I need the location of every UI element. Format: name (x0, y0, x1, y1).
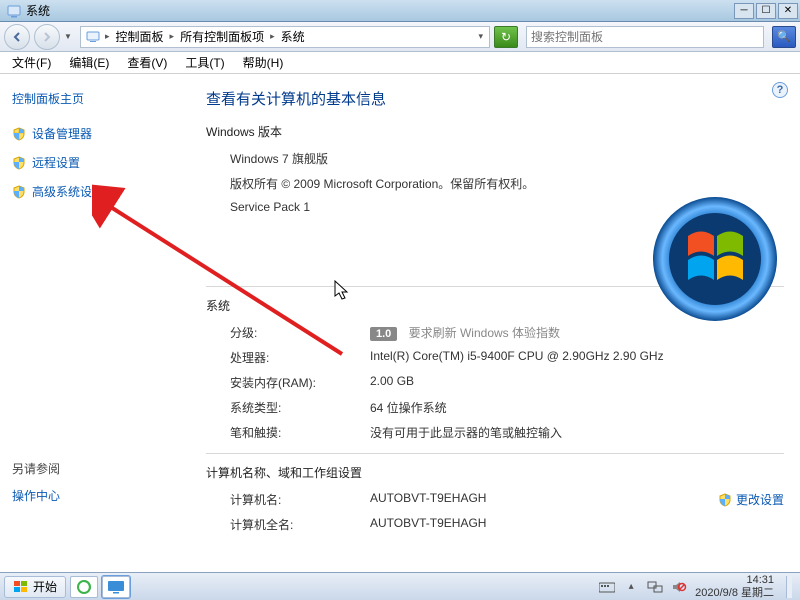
rating-label: 分级: (230, 324, 370, 341)
main-panel: 查看有关计算机的基本信息 Windows 版本 Windows 7 旗舰版 版权… (200, 74, 800, 572)
computer-name-value: AUTOBVT-T9EHAGH (370, 491, 718, 508)
menu-view[interactable]: 查看(V) (119, 52, 175, 73)
tray-volume-icon[interactable] (671, 580, 687, 594)
bc-system[interactable]: 系统 (279, 28, 307, 45)
refresh-button[interactable]: ↻ (494, 26, 518, 48)
ram-value: 2.00 GB (370, 374, 784, 391)
sidebar-item-remote-settings[interactable]: 远程设置 (12, 154, 188, 171)
see-also-action-center[interactable]: 操作中心 (12, 487, 188, 504)
app-icon (6, 3, 22, 19)
search-button[interactable]: 🔍 (772, 26, 796, 48)
change-settings-text: 更改设置 (736, 491, 784, 508)
chevron-icon[interactable]: ▸ (268, 31, 277, 42)
taskbar: 开始 ▴ 14:31 2020/9/8 星期二 (0, 572, 800, 600)
breadcrumb[interactable]: ▸ 控制面板 ▸ 所有控制面板项 ▸ 系统 ▾ (80, 26, 490, 48)
computer-name-heading: 计算机名称、域和工作组设置 (206, 464, 784, 481)
breadcrumb-dropdown[interactable]: ▾ (476, 31, 485, 42)
bc-all-items[interactable]: 所有控制面板项 (178, 28, 266, 45)
show-desktop-button[interactable] (786, 576, 792, 598)
shield-icon (12, 127, 26, 141)
tray-network-icon[interactable] (647, 580, 663, 594)
sidebar-home-link[interactable]: 控制面板主页 (12, 90, 188, 107)
copyright-line: 版权所有 © 2009 Microsoft Corporation。保留所有权利… (230, 175, 784, 192)
menu-tools[interactable]: 工具(T) (177, 52, 232, 73)
tray-keyboard-icon[interactable] (599, 580, 615, 594)
tray-clock[interactable]: 14:31 2020/9/8 星期二 (695, 574, 774, 598)
tray-expand-icon[interactable]: ▴ (623, 580, 639, 594)
edition-line: Windows 7 旗舰版 (230, 150, 784, 167)
menu-bar: 文件(F) 编辑(E) 查看(V) 工具(T) 帮助(H) (0, 52, 800, 74)
content-area: ? 控制面板主页 设备管理器 远程设置 高级系统设置 另请参阅 操作中心 查看有… (0, 74, 800, 572)
start-button[interactable]: 开始 (4, 576, 66, 598)
window-title: 系统 (26, 2, 734, 19)
computer-icon (85, 29, 101, 45)
change-settings-link[interactable]: 更改设置 (718, 491, 784, 508)
sidebar-item-device-manager[interactable]: 设备管理器 (12, 125, 188, 142)
full-computer-name-value: AUTOBVT-T9EHAGH (370, 516, 784, 533)
start-label: 开始 (33, 578, 57, 595)
windows-flag-icon (13, 579, 29, 595)
pen-touch-value: 没有可用于此显示器的笔或触控输入 (370, 424, 784, 441)
minimize-button[interactable]: ─ (734, 3, 754, 19)
shield-icon (12, 156, 26, 170)
close-button[interactable]: ✕ (778, 3, 798, 19)
search-input[interactable] (531, 30, 759, 44)
system-type-value: 64 位操作系统 (370, 399, 784, 416)
sidebar-link[interactable]: 高级系统设置 (32, 183, 104, 200)
system-type-label: 系统类型: (230, 399, 370, 416)
clock-date: 2020/9/8 星期二 (695, 587, 774, 599)
sidebar-link[interactable]: 远程设置 (32, 154, 80, 171)
chevron-icon[interactable]: ▸ (103, 31, 112, 42)
search-box[interactable] (526, 26, 764, 48)
back-button[interactable] (4, 24, 30, 50)
history-dropdown[interactable]: ▼ (64, 32, 76, 41)
forward-button[interactable] (34, 24, 60, 50)
page-heading: 查看有关计算机的基本信息 (206, 88, 784, 109)
taskbar-system-icon[interactable] (102, 576, 130, 598)
chevron-icon[interactable]: ▸ (168, 31, 177, 42)
ram-label: 安装内存(RAM): (230, 374, 370, 391)
menu-edit[interactable]: 编辑(E) (61, 52, 117, 73)
maximize-button[interactable]: ☐ (756, 3, 776, 19)
clock-time: 14:31 (695, 574, 774, 586)
title-bar: 系统 ─ ☐ ✕ (0, 0, 800, 22)
windows-edition-heading: Windows 版本 (206, 123, 784, 140)
sidebar: 控制面板主页 设备管理器 远程设置 高级系统设置 另请参阅 操作中心 (0, 74, 200, 572)
computer-name-label: 计算机名: (230, 491, 370, 508)
processor-label: 处理器: (230, 349, 370, 366)
pen-touch-label: 笔和触摸: (230, 424, 370, 441)
bc-control-panel[interactable]: 控制面板 (114, 28, 166, 45)
taskbar-browser-icon[interactable] (70, 576, 98, 598)
sidebar-item-advanced-settings[interactable]: 高级系统设置 (12, 183, 188, 200)
menu-help[interactable]: 帮助(H) (235, 52, 292, 73)
system-tray: ▴ 14:31 2020/9/8 星期二 (599, 574, 796, 598)
nav-bar: ▼ ▸ 控制面板 ▸ 所有控制面板项 ▸ 系统 ▾ ↻ 🔍 (0, 22, 800, 52)
processor-value: Intel(R) Core(TM) i5-9400F CPU @ 2.90GHz… (370, 349, 784, 366)
rating-link[interactable]: 要求刷新 Windows 体验指数 (409, 326, 560, 340)
rating-badge: 1.0 (370, 327, 397, 341)
full-computer-name-label: 计算机全名: (230, 516, 370, 533)
windows-logo (650, 194, 780, 324)
sidebar-link[interactable]: 设备管理器 (32, 125, 92, 142)
shield-icon (12, 185, 26, 199)
see-also-heading: 另请参阅 (12, 460, 188, 477)
menu-file[interactable]: 文件(F) (4, 52, 59, 73)
